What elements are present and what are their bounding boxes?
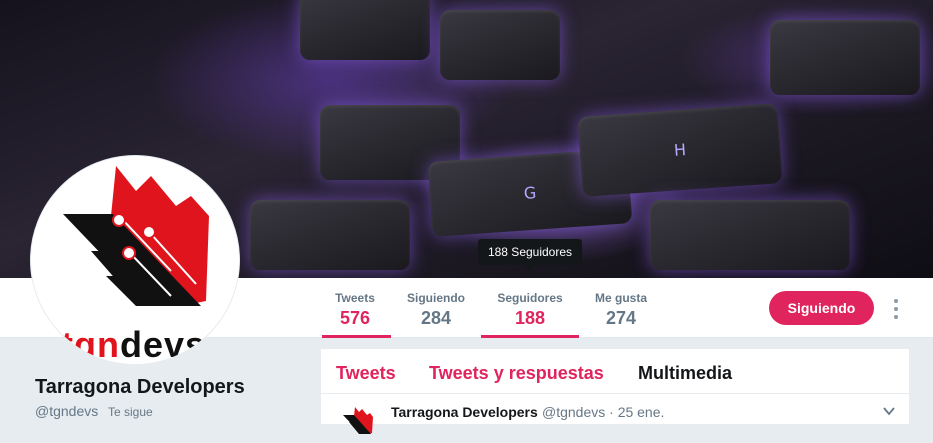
logo-text: tgndevs: [61, 324, 207, 365]
stat-value: 188: [514, 308, 546, 328]
stat-tweets[interactable]: Tweets 576: [320, 278, 390, 338]
following-button-label: Siguiendo: [787, 300, 856, 316]
stat-label: Me gusta: [594, 291, 647, 305]
chevron-down-icon[interactable]: [883, 405, 895, 417]
timeline: Tweets Tweets y respuestas Multimedia Ta…: [321, 349, 909, 434]
banner-key: [300, 0, 430, 60]
banner-key-h: H: [577, 103, 783, 197]
tab-tweets[interactable]: Tweets: [336, 363, 396, 384]
following-button[interactable]: Siguiendo: [769, 291, 874, 325]
stat-label: Seguidores: [497, 291, 563, 305]
follows-you-badge: Te sigue: [108, 405, 153, 419]
stat-likes[interactable]: Me gusta 274: [590, 278, 652, 338]
profile-handle[interactable]: @tgndevs: [35, 403, 98, 419]
more-vertical-icon[interactable]: [890, 299, 902, 319]
banner-key: [440, 10, 560, 80]
stat-following[interactable]: Siguiendo 284: [400, 278, 472, 338]
stat-label: Tweets: [335, 291, 375, 305]
tweet-avatar[interactable]: [339, 403, 379, 443]
tweet-author[interactable]: Tarragona Developers: [391, 404, 538, 420]
tooltip-text: 188 Seguidores: [487, 245, 573, 259]
stat-value: 284: [420, 308, 452, 328]
profile-name[interactable]: Tarragona Developers: [35, 376, 245, 399]
timeline-tabs: Tweets Tweets y respuestas Multimedia: [321, 349, 909, 394]
tgndevs-logo-small: [343, 407, 373, 434]
banner-key-g-label: G: [523, 182, 537, 203]
stat-followers[interactable]: Seguidores 188: [481, 278, 579, 338]
banner-key: [770, 20, 920, 95]
banner-key: [650, 200, 850, 270]
tab-media[interactable]: Multimedia: [638, 363, 732, 384]
tab-tweets-replies[interactable]: Tweets y respuestas: [429, 363, 604, 384]
banner-key: [250, 200, 410, 270]
stat-value: 576: [339, 308, 371, 328]
tweet-meta: @tgndevs · 25 ene.: [542, 404, 665, 420]
stat-value: 274: [605, 308, 637, 328]
stat-label: Siguiendo: [407, 291, 465, 305]
avatar[interactable]: tgndevs: [30, 155, 240, 365]
banner-key-h-label: H: [673, 140, 687, 160]
followers-tooltip: 188 Seguidores: [478, 239, 582, 271]
tweets-underline: [322, 335, 391, 338]
